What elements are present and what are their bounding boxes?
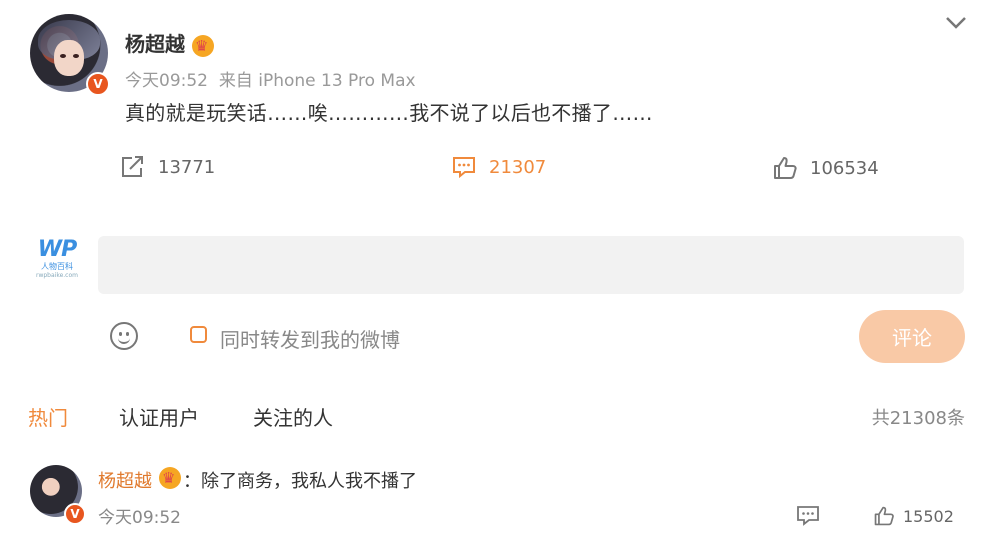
crown-icon <box>191 34 214 57</box>
crown-icon <box>159 467 181 489</box>
tab-following[interactable]: 关注的人 <box>253 402 333 431</box>
comment-icon <box>797 506 819 526</box>
like-icon <box>874 506 894 526</box>
post-source: 来自 iPhone 13 Pro Max <box>218 71 416 91</box>
repost-icon <box>122 156 143 177</box>
repost-checkbox-label[interactable]: 同时转发到我的微博 <box>220 324 400 353</box>
submit-comment-button[interactable]: 评论 <box>859 310 965 363</box>
site-logo: WP 人物百科 rwpbaike.com <box>34 238 80 284</box>
post-time[interactable]: 今天09:52 <box>125 71 208 91</box>
post-text: 真的就是玩笑话……唉…………我不说了以后也不播了…… <box>125 101 653 125</box>
comment-icon <box>453 157 475 179</box>
comment-total: 共21308条 <box>871 408 965 429</box>
comment-input[interactable] <box>98 236 964 294</box>
avatar-eye <box>73 54 79 58</box>
like-count: 106534 <box>810 157 879 179</box>
avatar-eye <box>60 54 66 58</box>
chevron-down-icon[interactable] <box>945 8 967 36</box>
comment-text: ：除了商务，我私人我不播了 <box>183 471 417 492</box>
emoji-icon[interactable] <box>110 322 138 350</box>
like-icon <box>774 157 797 179</box>
repost-checkbox[interactable] <box>190 326 207 343</box>
post-author[interactable]: 杨超越 <box>125 28 214 57</box>
comment-like-count: 15502 <box>903 506 954 526</box>
logo-sub: 人物百科 <box>41 262 73 271</box>
tab-verified-users[interactable]: 认证用户 <box>119 402 199 431</box>
comment-button[interactable]: 21307 <box>451 155 546 179</box>
comment-reply-button[interactable] <box>796 505 820 531</box>
repost-count: 13771 <box>158 156 216 178</box>
verified-icon: V <box>64 503 86 525</box>
comment-count: 21307 <box>489 156 547 178</box>
post-meta: 今天09:52 来自 iPhone 13 Pro Max <box>125 66 416 91</box>
comment-time: 今天09:52 <box>98 508 181 528</box>
logo-text: WP <box>37 237 77 262</box>
tab-hot[interactable]: 热门 <box>28 402 68 431</box>
avatar-face <box>54 40 84 76</box>
post-author-name[interactable]: 杨超越 <box>125 32 185 56</box>
repost-button[interactable]: 13771 <box>120 155 215 179</box>
like-button[interactable]: 106534 <box>772 155 879 181</box>
verified-icon: V <box>86 72 110 96</box>
verified-badge-text: V <box>70 507 80 521</box>
comment-like-button[interactable]: 15502 <box>873 505 954 527</box>
verified-badge-text: V <box>93 77 103 91</box>
logo-sub2: rwpbaike.com <box>35 272 78 279</box>
comment-author[interactable]: 杨超越 <box>98 467 152 493</box>
